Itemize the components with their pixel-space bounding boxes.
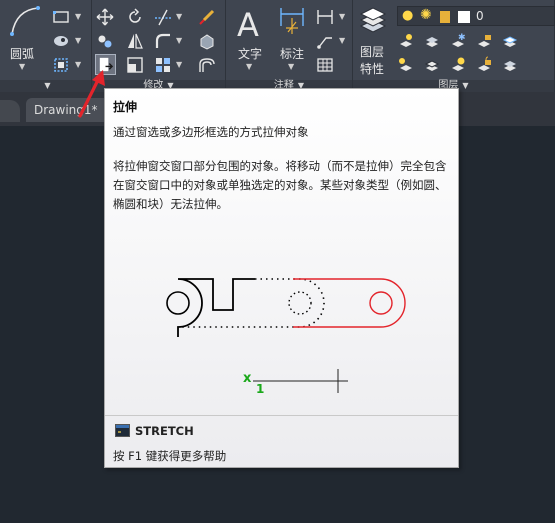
command-line-icon [115,424,130,437]
bulb-icon: ● [402,8,414,23]
color-swatch [458,11,470,23]
tooltip-command-name: STRETCH [135,424,194,438]
fillet-dropdown-arrow[interactable]: ▼ [176,36,182,45]
dimension-label[interactable]: 标注 [280,45,304,62]
erase-icon[interactable] [198,8,216,26]
svg-text:✱: ✱ [458,33,466,43]
linear-dimension-icon[interactable] [316,8,334,26]
part-outline [177,278,255,337]
start-tab[interactable] [0,100,20,122]
part-left-hole [166,291,190,315]
linear-dimension-dropdown-arrow[interactable]: ▼ [339,12,345,21]
annotation-panel: A 文字 ▼ 标注 ▼ ▼ ▼ [226,0,353,80]
base-point-cross: x [243,371,252,386]
layer-match-icon[interactable] [501,56,519,74]
offset-icon[interactable] [198,56,216,74]
dimension-dropdown-arrow[interactable]: ▼ [288,62,294,71]
part-middle-hole-dotted [288,291,312,315]
arc-label[interactable]: 圆弧 [10,45,34,62]
solid-edit-icon[interactable] [198,32,216,50]
lock-open-icon [440,11,450,23]
modify-panel: ▼ ▼ ▼ [92,0,226,80]
stretched-hole [369,291,393,315]
layer-properties-label-2[interactable]: 特性 [360,60,384,77]
layers-panel: 图层 特性 ● ✺ 0 ✱ [353,0,555,80]
tooltip-help: 按 F1 键获得更多帮助 [113,449,227,463]
layer-properties-icon[interactable] [359,6,387,36]
layer-color-icon[interactable] [501,32,519,50]
layer-unlock-icon[interactable] [475,56,493,74]
layer-properties-label-1[interactable]: 图层 [360,43,384,60]
layer-thaw-icon[interactable] [449,56,467,74]
text-icon[interactable]: A [234,6,266,40]
copy-icon[interactable] [96,32,114,50]
leader-dropdown-arrow[interactable]: ▼ [339,36,345,45]
arc-dropdown-arrow[interactable]: ▼ [19,62,25,71]
layer-unisolate-icon[interactable] [423,56,441,74]
part-dotted-edges [178,278,325,328]
fillet-icon[interactable] [154,32,172,50]
current-layer-name: 0 [476,9,484,23]
move-icon[interactable] [96,8,114,26]
table-icon[interactable] [316,56,334,74]
rotate-icon[interactable] [126,8,144,26]
dimension-icon[interactable] [278,6,306,40]
trim-dropdown-arrow[interactable]: ▼ [176,12,182,21]
draw-panel-expand-icon[interactable]: ▼ [44,81,50,90]
region-icon[interactable] [52,56,70,74]
rectangle-dropdown-arrow[interactable]: ▼ [75,12,81,21]
layer-lock-icon[interactable] [475,32,493,50]
stretched-outline [293,278,406,328]
array-icon[interactable] [154,56,172,74]
tooltip-title: 拉伸 [113,100,138,114]
mirror-icon[interactable] [126,32,144,50]
array-dropdown-arrow[interactable]: ▼ [176,60,182,69]
stretch-illustration: x 1 [166,278,406,396]
layers-panel-expand-icon[interactable]: ▼ [462,81,468,90]
text-dropdown-arrow[interactable]: ▼ [246,62,252,71]
layer-isolate-icon[interactable] [423,32,441,50]
layer-dropdown[interactable]: ● ✺ 0 [397,6,555,26]
layer-on-icon[interactable] [397,56,415,74]
hatch-icon[interactable] [52,32,70,50]
arc-icon[interactable] [8,4,42,38]
hatch-dropdown-arrow[interactable]: ▼ [75,36,81,45]
layer-freeze-icon[interactable]: ✱ [449,32,467,50]
stretch-tooltip: 拉伸 通过窗选或多边形框选的方式拉伸对象 将拉伸窗交窗口部分包围的对象。将移动（… [104,88,459,468]
leader-icon[interactable] [316,32,334,50]
tooltip-divider [105,415,458,416]
text-label[interactable]: 文字 [238,45,262,62]
base-point-number: 1 [256,382,264,396]
rectangle-icon[interactable] [52,8,70,26]
tooltip-subtitle: 通过窗选或多边形框选的方式拉伸对象 [113,125,309,139]
svg-text:A: A [237,6,259,40]
sun-icon: ✺ [420,7,432,23]
tooltip-description: 将拉伸窗交窗口部分包围的对象。将移动（而不是拉伸）完全包含在窗交窗口中的对象或单… [113,159,447,211]
scale-icon[interactable] [126,56,144,74]
layer-off-icon[interactable] [397,32,415,50]
trim-icon[interactable] [154,8,172,26]
